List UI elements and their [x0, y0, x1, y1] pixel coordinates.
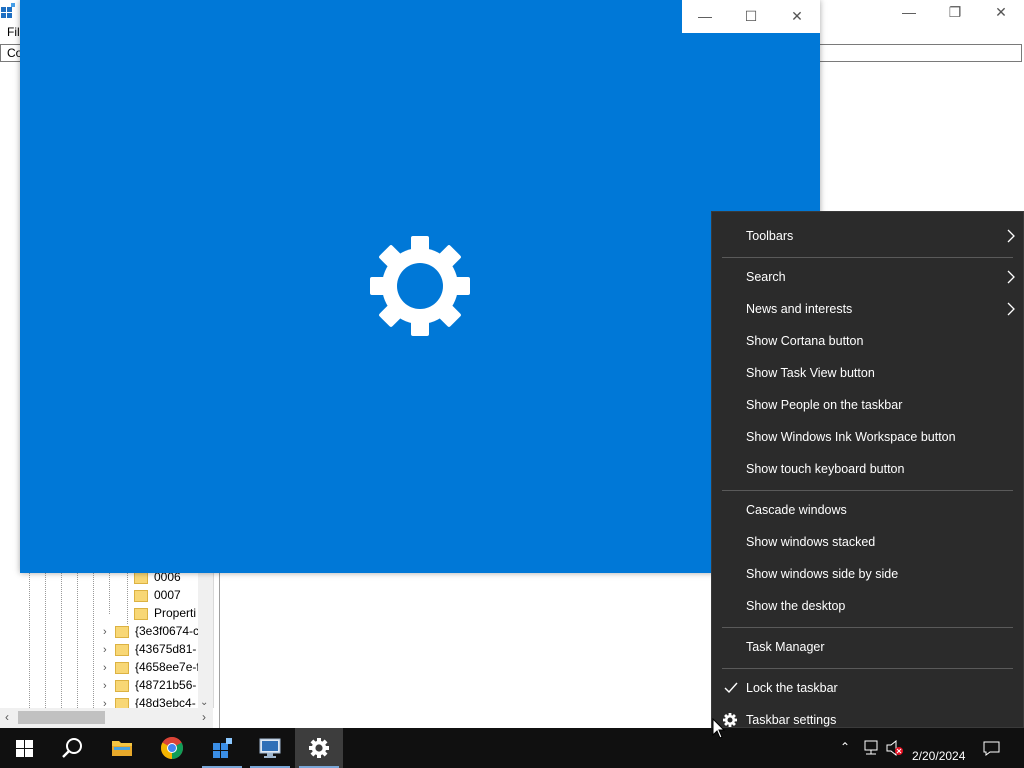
tree-item[interactable]: 0007: [134, 588, 181, 606]
close-button[interactable]: ✕: [774, 0, 820, 33]
folder-icon: [134, 589, 148, 602]
start-button[interactable]: [0, 728, 48, 768]
chevron-down-icon[interactable]: ⌄: [200, 697, 208, 708]
menu-item-lock-the-taskbar[interactable]: Lock the taskbar: [712, 672, 1023, 704]
search-icon: [62, 738, 82, 758]
chevron-right-icon[interactable]: ›: [103, 644, 115, 656]
menu-item-toolbars[interactable]: Toolbars: [712, 220, 1023, 252]
menu-item-show-ink-workspace[interactable]: Show Windows Ink Workspace button: [712, 421, 1023, 453]
search-button[interactable]: [48, 728, 96, 768]
chevron-right-icon[interactable]: ›: [103, 626, 115, 638]
menu-separator: [722, 668, 1013, 669]
chevron-right-icon: [1007, 229, 1015, 243]
folder-icon: [115, 679, 129, 692]
menu-item-news-and-interests[interactable]: News and interests: [712, 293, 1023, 325]
action-center-icon[interactable]: [983, 741, 1000, 756]
computer-icon: [259, 738, 281, 758]
restore-button[interactable]: ❐: [932, 2, 978, 24]
tree-vertical-scrollbar[interactable]: ⌄: [198, 572, 213, 708]
windows-logo-icon: [16, 740, 33, 757]
mouse-cursor-icon: [712, 718, 726, 739]
network-icon[interactable]: [862, 740, 880, 756]
chrome-icon: [161, 737, 183, 759]
tree-item[interactable]: Properti: [134, 606, 196, 624]
chevron-right-icon: [1007, 270, 1015, 284]
menu-separator: [722, 490, 1013, 491]
tree-item[interactable]: › {4658ee7e-f: [103, 660, 200, 678]
tree-item[interactable]: › {48721b56-: [103, 678, 196, 696]
settings-button[interactable]: [295, 728, 343, 768]
gear-icon: [309, 738, 329, 758]
folder-icon: [115, 625, 129, 638]
chevron-right-icon[interactable]: ›: [202, 710, 206, 724]
chevron-right-icon[interactable]: ›: [103, 680, 115, 692]
values-scrollbar[interactable]: [1012, 62, 1024, 212]
folder-icon: [115, 661, 129, 674]
registry-editor-icon: [213, 738, 232, 758]
taskbar: ⌃ 2/20/2024: [0, 728, 1024, 768]
folder-icon: [134, 571, 148, 584]
regedit-button[interactable]: [198, 728, 246, 768]
taskbar-date[interactable]: 2/20/2024: [912, 749, 965, 763]
minimize-button[interactable]: —: [682, 0, 728, 33]
gear-icon: [370, 236, 470, 336]
window-controls: — ❐ ✕: [880, 0, 1024, 24]
show-hidden-icons-button[interactable]: ⌃: [840, 740, 850, 754]
tree-item[interactable]: › {43675d81-: [103, 642, 196, 660]
chevron-left-icon[interactable]: ‹: [5, 710, 9, 724]
remote-desktop-button[interactable]: [246, 728, 294, 768]
menu-item-search[interactable]: Search: [712, 261, 1023, 293]
folder-icon: [134, 607, 148, 620]
volume-muted-icon[interactable]: [886, 740, 904, 756]
chevron-right-icon[interactable]: ›: [103, 662, 115, 674]
menu-item-task-manager[interactable]: Task Manager: [712, 631, 1023, 663]
menu-item-show-cortana-button[interactable]: Show Cortana button: [712, 325, 1023, 357]
menu-item-show-touch-keyboard[interactable]: Show touch keyboard button: [712, 453, 1023, 485]
menu-separator: [722, 257, 1013, 258]
minimize-button[interactable]: —: [886, 2, 932, 24]
folder-icon: [112, 741, 132, 756]
menu-item-show-people[interactable]: Show People on the taskbar: [712, 389, 1023, 421]
chevron-right-icon: [1007, 302, 1015, 316]
settings-window-controls: — ☐ ✕: [682, 0, 820, 33]
scrollbar-thumb[interactable]: [18, 711, 105, 724]
taskbar-context-menu: Toolbars Search News and interests Show …: [711, 211, 1024, 728]
tree-item[interactable]: › {3e3f0674-c: [103, 624, 199, 642]
menu-separator: [722, 627, 1013, 628]
checkmark-icon: [724, 682, 738, 694]
chrome-button[interactable]: [148, 728, 196, 768]
menu-item-cascade-windows[interactable]: Cascade windows: [712, 494, 1023, 526]
folder-icon: [115, 643, 129, 656]
menu-item-show-windows-side-by-side[interactable]: Show windows side by side: [712, 558, 1023, 590]
menu-item-show-task-view-button[interactable]: Show Task View button: [712, 357, 1023, 389]
close-button[interactable]: ✕: [978, 2, 1024, 24]
menu-item-show-windows-stacked[interactable]: Show windows stacked: [712, 526, 1023, 558]
maximize-button[interactable]: ☐: [728, 0, 774, 33]
menu-item-show-the-desktop[interactable]: Show the desktop: [712, 590, 1023, 622]
file-explorer-button[interactable]: [98, 728, 146, 768]
